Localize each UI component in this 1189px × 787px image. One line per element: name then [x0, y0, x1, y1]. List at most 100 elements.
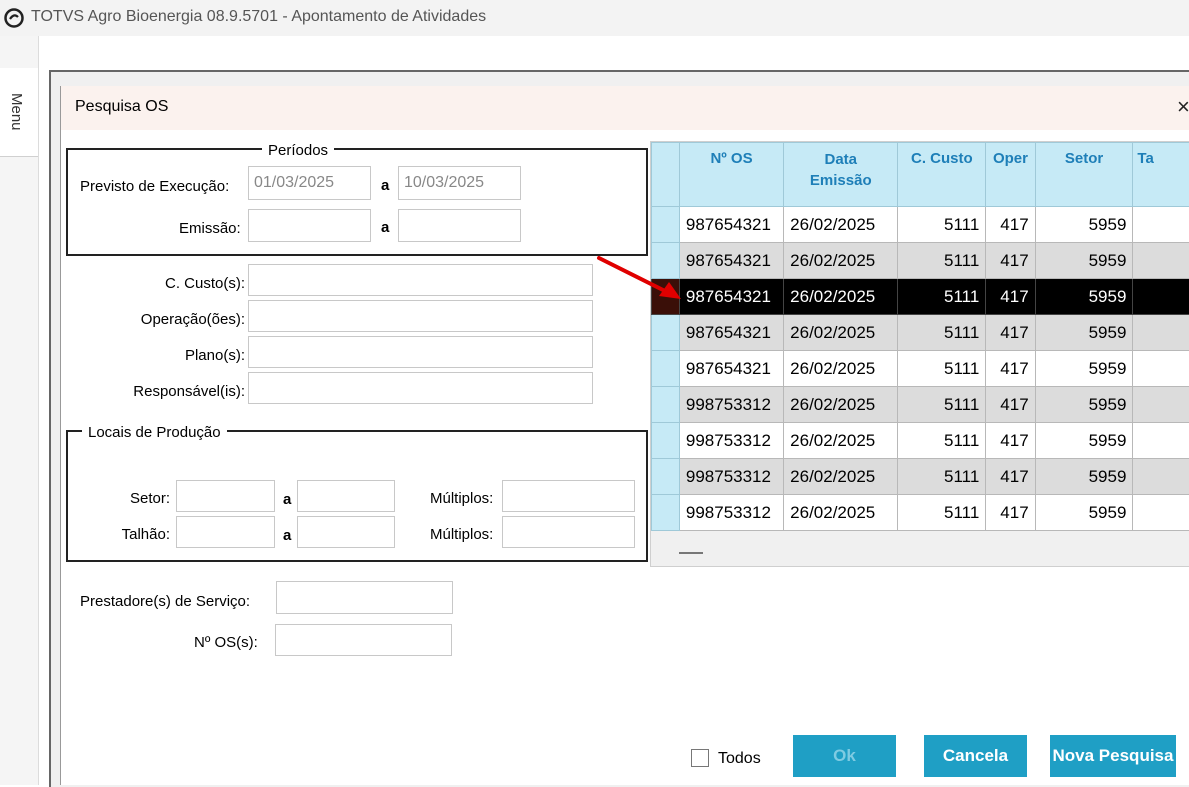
- setor-multiplos-label: Múltiplos:: [430, 490, 493, 507]
- plano-field[interactable]: [248, 336, 593, 368]
- col-header-oper[interactable]: Oper: [986, 143, 1035, 207]
- menu-label[interactable]: Menu: [8, 93, 25, 131]
- cell-ccusto: 5111: [898, 387, 986, 423]
- table-row[interactable]: 99875331226/02/202551114175959: [652, 387, 1189, 423]
- col-header-data-emissao-text: DataEmissão: [810, 151, 872, 189]
- todos-label[interactable]: Todos: [718, 750, 761, 768]
- cell-oper: 417: [986, 243, 1035, 279]
- ok-button[interactable]: Ok: [793, 735, 896, 777]
- cell-nos: 987654321: [679, 315, 783, 351]
- previsto-a-label: a: [381, 177, 389, 194]
- col-header-setor[interactable]: Setor: [1035, 143, 1133, 207]
- col-header-talhao[interactable]: Ta: [1133, 143, 1189, 207]
- table-row[interactable]: 98765432126/02/202551114175959: [652, 351, 1189, 387]
- row-selector[interactable]: [652, 351, 680, 387]
- cell-nos: 987654321: [679, 279, 783, 315]
- results-grid[interactable]: Nº OS DataEmissão C. Custo Oper Setor Ta…: [650, 141, 1189, 567]
- emissao-label: Emissão:: [179, 220, 241, 237]
- talhao-multiplos-field[interactable]: [502, 516, 635, 548]
- cell-talhao: [1133, 351, 1189, 387]
- previsto-to-field[interactable]: [398, 166, 521, 200]
- cell-data-emissao: 26/02/2025: [784, 279, 898, 315]
- grid-header-row: Nº OS DataEmissão C. Custo Oper Setor Ta: [652, 143, 1189, 207]
- col-header-data-emissao[interactable]: DataEmissão: [784, 143, 898, 207]
- setor-multiplos-field[interactable]: [502, 480, 635, 512]
- table-row[interactable]: 99875331226/02/202551114175959: [652, 423, 1189, 459]
- cell-talhao: [1133, 495, 1189, 531]
- cell-talhao: [1133, 207, 1189, 243]
- row-selector[interactable]: [652, 315, 680, 351]
- row-selector[interactable]: [652, 423, 680, 459]
- cell-data-emissao: 26/02/2025: [784, 243, 898, 279]
- cell-setor: 5959: [1035, 279, 1133, 315]
- emissao-from-field[interactable]: [248, 209, 371, 242]
- col-header-nos[interactable]: Nº OS: [679, 143, 783, 207]
- ccusto-field[interactable]: [248, 264, 593, 296]
- row-selector[interactable]: [652, 495, 680, 531]
- ccusto-label: C. Custo(s):: [80, 275, 245, 292]
- talhao-from-field[interactable]: [176, 516, 275, 548]
- row-selector[interactable]: [652, 387, 680, 423]
- table-row[interactable]: 99875331226/02/202551114175959: [652, 459, 1189, 495]
- nos-label: Nº OS(s):: [194, 634, 258, 651]
- cell-setor: 5959: [1035, 459, 1133, 495]
- emissao-to-field[interactable]: [398, 209, 521, 242]
- cell-nos: 987654321: [679, 207, 783, 243]
- cell-setor: 5959: [1035, 243, 1133, 279]
- cell-talhao: [1133, 243, 1189, 279]
- cell-talhao: [1133, 315, 1189, 351]
- periodos-legend: Períodos: [262, 142, 334, 159]
- talhao-to-field[interactable]: [297, 516, 395, 548]
- nos-field[interactable]: [275, 624, 452, 656]
- row-selector[interactable]: [652, 207, 680, 243]
- cell-oper: 417: [986, 207, 1035, 243]
- dialog-title: Pesquisa OS: [75, 98, 168, 116]
- setor-to-field[interactable]: [297, 480, 395, 512]
- cell-oper: 417: [986, 459, 1035, 495]
- operacao-label: Operação(ões):: [80, 311, 245, 328]
- plano-label: Plano(s):: [80, 347, 245, 364]
- close-icon[interactable]: ×: [1177, 94, 1189, 120]
- nova-pesquisa-button[interactable]: Nova Pesquisa: [1050, 735, 1176, 777]
- talhao-multiplos-label: Múltiplos:: [430, 526, 493, 543]
- grid-horizontal-scrollbar[interactable]: [651, 538, 1189, 566]
- table-row[interactable]: 98765432126/02/202551114175959: [652, 207, 1189, 243]
- table-row[interactable]: 98765432126/02/202551114175959: [652, 279, 1189, 315]
- previsto-label: Previsto de Execução:: [80, 178, 229, 195]
- talhao-label: Talhão:: [100, 526, 170, 543]
- table-row[interactable]: 98765432126/02/202551114175959: [652, 243, 1189, 279]
- cell-oper: 417: [986, 423, 1035, 459]
- cell-talhao: [1133, 387, 1189, 423]
- cell-ccusto: 5111: [898, 315, 986, 351]
- results-table: Nº OS DataEmissão C. Custo Oper Setor Ta…: [651, 142, 1189, 531]
- setor-label: Setor:: [100, 490, 170, 507]
- row-selector-header: [652, 143, 680, 207]
- table-row[interactable]: 99875331226/02/202551114175959: [652, 495, 1189, 531]
- emissao-a-label: a: [381, 219, 389, 236]
- cell-nos: 998753312: [679, 387, 783, 423]
- cell-setor: 5959: [1035, 315, 1133, 351]
- operacao-field[interactable]: [248, 300, 593, 332]
- todos-checkbox[interactable]: [691, 749, 709, 767]
- setor-from-field[interactable]: [176, 480, 275, 512]
- cancela-button[interactable]: Cancela: [924, 735, 1027, 777]
- cell-nos: 998753312: [679, 495, 783, 531]
- talhao-a-label: a: [283, 527, 291, 544]
- totvs-logo-icon: [4, 8, 24, 28]
- cell-setor: 5959: [1035, 207, 1133, 243]
- cell-ccusto: 5111: [898, 423, 986, 459]
- responsavel-field[interactable]: [248, 372, 593, 404]
- previsto-from-field[interactable]: [248, 166, 371, 200]
- cell-talhao: [1133, 279, 1189, 315]
- cell-setor: 5959: [1035, 351, 1133, 387]
- scroll-thumb[interactable]: [679, 552, 703, 554]
- cell-data-emissao: 26/02/2025: [784, 423, 898, 459]
- row-selector[interactable]: [652, 459, 680, 495]
- col-header-ccusto[interactable]: C. Custo: [898, 143, 986, 207]
- table-row[interactable]: 98765432126/02/202551114175959: [652, 315, 1189, 351]
- prestador-field[interactable]: [276, 581, 453, 614]
- prestador-label: Prestadore(s) de Serviço:: [80, 593, 250, 610]
- title-bar: TOTVS Agro Bioenergia 08.9.5701 - Aponta…: [0, 0, 1189, 36]
- cell-oper: 417: [986, 495, 1035, 531]
- cell-data-emissao: 26/02/2025: [784, 351, 898, 387]
